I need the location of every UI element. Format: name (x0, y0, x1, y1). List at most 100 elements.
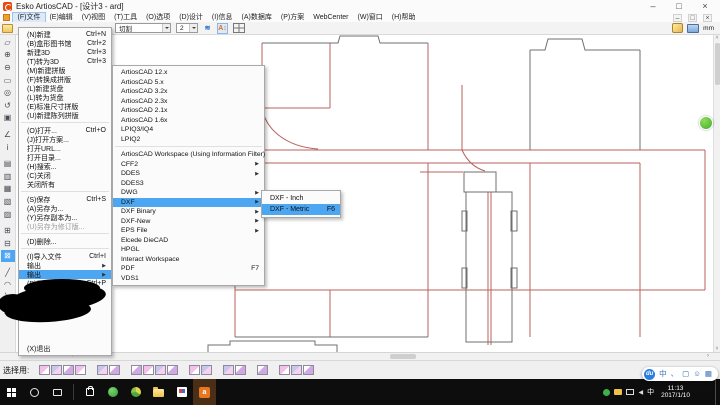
ime-keyboard-icon[interactable]: ▦ (705, 367, 712, 381)
menu-item[interactable]: ArtiosCAD 12.x (113, 68, 264, 78)
minimize-button[interactable]: – (647, 2, 659, 11)
menu-bar-item[interactable]: (P)方案 (276, 13, 308, 22)
text-style-icon[interactable]: A↕ (218, 25, 227, 32)
tray-antivirus-icon[interactable] (603, 389, 610, 396)
status-tool-icon[interactable] (39, 365, 50, 375)
menu-item[interactable]: DDES ▶ (113, 169, 264, 179)
status-tool-icon[interactable] (131, 365, 142, 375)
cortana-button[interactable] (23, 379, 46, 405)
tool-icon[interactable]: ∠ (1, 128, 15, 141)
tool-icon[interactable]: ⊟ (1, 237, 15, 250)
ime-mode-toggle[interactable]: 中 (659, 367, 667, 381)
tool-icon[interactable]: ▭ (1, 74, 15, 87)
tool-icon[interactable]: ⊠ (1, 250, 15, 263)
tool-icon[interactable]: ▥ (1, 170, 15, 183)
status-tool-icon[interactable] (167, 365, 178, 375)
start-button[interactable] (0, 379, 23, 405)
menu-item[interactable]: (D)删除... (19, 237, 111, 246)
tool-icon[interactable]: ▣ (1, 112, 15, 125)
mdi-minimize-button[interactable]: – (673, 14, 682, 22)
scroll-up-icon[interactable]: ˄ (714, 35, 720, 41)
status-tool-icon[interactable] (63, 365, 74, 375)
menu-bar-item[interactable]: (V)视图 (77, 13, 109, 22)
menu-item[interactable]: HPGL (113, 245, 264, 255)
menu-item[interactable]: VDS1 (113, 274, 264, 284)
menu-item[interactable]: DDES3 (113, 179, 264, 189)
menu-item[interactable]: ArtiosCAD 2.1x (113, 106, 264, 116)
ime-punctuation-icon[interactable]: 、 (671, 367, 679, 381)
tool-icon[interactable]: ⊞ (1, 224, 15, 237)
menu-bar-item[interactable]: (D)设计 (175, 13, 208, 22)
store-taskbar-button[interactable] (78, 379, 101, 405)
menu-item[interactable]: Interact Workspace (113, 255, 264, 265)
tool-icon[interactable]: ╱ (1, 266, 15, 279)
menu-bar-item[interactable]: (F)文件 (13, 13, 45, 22)
workspace-folder-icon[interactable] (687, 24, 699, 33)
vertical-scroll-thumb[interactable] (715, 43, 720, 85)
ime-logo-icon[interactable]: du (644, 369, 655, 380)
menu-bar-item[interactable]: WebCenter (309, 13, 353, 22)
maximize-button[interactable]: □ (673, 2, 685, 11)
menu-item[interactable]: ArtiosCAD 1.6x (113, 116, 264, 126)
status-tool-icon[interactable] (189, 365, 200, 375)
menu-item[interactable]: ArtiosCAD 3.2x (113, 87, 264, 97)
menu-bar-item[interactable]: (O)选项 (142, 13, 175, 22)
status-tool-icon[interactable] (75, 365, 86, 375)
tool-icon[interactable]: ▦ (1, 183, 15, 196)
menu-item[interactable]: ArtiosCAD Workspace (Using Information F… (113, 150, 264, 160)
task-view-button[interactable] (46, 379, 69, 405)
tray-ime-mode[interactable]: 中 (647, 387, 654, 397)
status-tool-icon[interactable] (155, 365, 166, 375)
file-explorer-button[interactable] (147, 379, 170, 405)
vertical-scrollbar[interactable]: ˄ ˅ (713, 35, 720, 352)
menu-item[interactable]: EPS File ▶ (113, 226, 264, 236)
menu-item[interactable]: PDF F7 (113, 264, 264, 274)
menu-bar-item[interactable]: (T)工具 (110, 13, 142, 22)
tool-icon[interactable]: ▱ (1, 36, 15, 49)
tool-icon[interactable]: ▤ (1, 157, 15, 170)
menu-item[interactable]: Elcede DieCAD (113, 236, 264, 246)
snap-options-icon[interactable]: ≋ (205, 24, 211, 32)
rebuild-tool-icon[interactable] (672, 23, 683, 33)
status-tool-icon[interactable] (143, 365, 154, 375)
tool-icon[interactable]: ↺ (1, 99, 15, 112)
dropdown-arrow-icon[interactable] (189, 24, 197, 32)
menu-item[interactable]: 关闭所有 (19, 180, 111, 189)
open-folder-icon[interactable] (2, 24, 13, 33)
close-button[interactable]: × (699, 2, 711, 11)
app-sphere-taskbar-button[interactable] (124, 379, 147, 405)
show-desktop-button[interactable] (715, 379, 720, 405)
menu-bar-item[interactable]: (W)窗口 (353, 13, 387, 22)
image-app-taskbar-button[interactable] (170, 379, 193, 405)
menu-item[interactable]: DXF - Metric F6 (262, 204, 340, 215)
menu-item[interactable]: DXF - Inch (262, 193, 340, 204)
status-tool-icon[interactable] (279, 365, 290, 375)
tool-icon[interactable]: ◠ (1, 279, 15, 292)
dropdown-arrow-icon[interactable] (162, 24, 170, 32)
line-type-select[interactable]: 切割 (115, 23, 171, 33)
status-tool-icon[interactable] (223, 365, 234, 375)
tray-display-icon[interactable] (626, 389, 634, 395)
menu-item[interactable]: DWG ▶ (113, 188, 264, 198)
status-tool-icon[interactable] (291, 365, 302, 375)
ime-emoji-icon[interactable]: ☺ (693, 367, 701, 381)
menu-item[interactable]: DXF Binary ▶ (113, 207, 264, 217)
menu-item[interactable]: LPIQ2 (113, 135, 264, 145)
status-tool-icon[interactable] (303, 365, 314, 375)
tray-volume-icon[interactable]: ◀ (638, 389, 643, 396)
menu-bar-item[interactable]: (A)数据库 (237, 13, 276, 22)
menu-item[interactable]: (U)另存为修订版... (19, 222, 111, 231)
status-tool-icon[interactable] (257, 365, 268, 375)
menu-bar-item[interactable]: (I)信息 (207, 13, 237, 22)
status-tool-icon[interactable] (201, 365, 212, 375)
menu-item[interactable]: DXF ▶ (113, 198, 264, 208)
menu-item[interactable]: (P)打印... Ctrl+P (19, 279, 111, 288)
browser-taskbar-button[interactable] (101, 379, 124, 405)
taskbar-clock[interactable]: 11:13 2017/1/10 (661, 385, 690, 399)
artioscad-taskbar-button[interactable]: a (193, 379, 216, 405)
tool-icon[interactable]: ▧ (1, 195, 15, 208)
grid-settings-icon[interactable] (233, 23, 245, 33)
horizontal-scroll-thumb[interactable] (390, 354, 416, 359)
tool-icon[interactable]: i (1, 141, 15, 154)
tool-icon[interactable]: ▦ (1, 304, 15, 317)
